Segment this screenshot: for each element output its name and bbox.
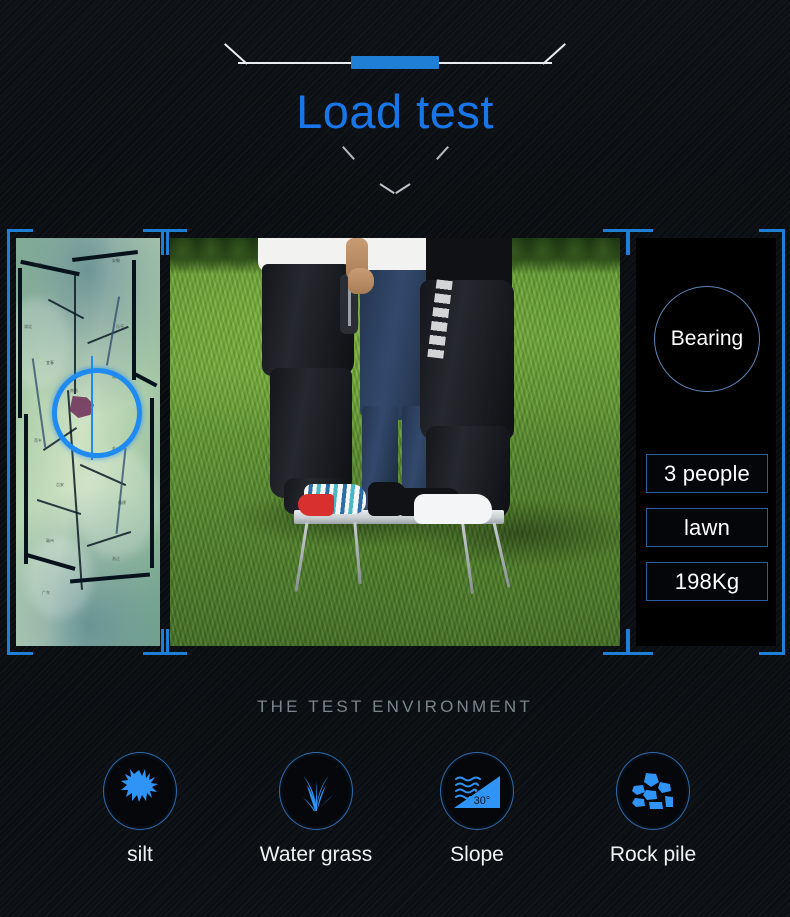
map-panel: 九江 安徽 湖北 乐平 宜春 鹰潭 南昌 萍乡 临川 吉安 福建 赣州 浙江 广… — [7, 229, 169, 655]
spec-row-weight: 198Kg — [646, 562, 768, 601]
environment-heading: THE TEST ENVIRONMENT — [257, 697, 533, 716]
header-rule-right-wing — [542, 43, 566, 65]
spec-panel: Bearing 3 people lawn 198Kg — [627, 229, 785, 655]
environment-item-water-grass[interactable]: Water grass — [236, 752, 396, 867]
map-left-edge — [7, 229, 10, 655]
map-image: 九江 安徽 湖北 乐平 宜春 鹰潭 南昌 萍乡 临川 吉安 福建 赣州 浙江 广… — [16, 238, 160, 646]
map-crosshair-icon — [91, 356, 93, 460]
environment-label: silt — [127, 843, 153, 866]
silt-icon — [103, 752, 177, 830]
spec-right-edge — [782, 229, 785, 655]
spec-row-surface: lawn — [646, 508, 768, 547]
environment-row: silt Water grass 30° Slope Rock pile — [0, 752, 790, 882]
photo-panel — [161, 229, 629, 655]
water-grass-icon — [279, 752, 353, 830]
map-target-ring-icon — [52, 368, 142, 458]
chevron-down-icon — [379, 183, 411, 199]
bearing-circle: Bearing — [654, 286, 760, 392]
photo-image — [170, 238, 620, 646]
slope-angle-text: 30° — [474, 795, 491, 807]
header-rule-accent-tab — [351, 56, 439, 69]
environment-label: Slope — [450, 843, 504, 866]
page-title: Load test — [296, 85, 494, 138]
header-rule-left-wing — [224, 43, 248, 65]
environment-item-slope[interactable]: 30° Slope — [397, 752, 557, 867]
title-left-tick-icon — [342, 146, 355, 160]
page-header: Load test — [0, 0, 790, 228]
header-rule-decoration — [224, 43, 566, 69]
environment-label: Water grass — [259, 843, 373, 866]
environment-item-silt[interactable]: silt — [60, 752, 220, 867]
content-row: 九江 安徽 湖北 乐平 宜春 鹰潭 南昌 萍乡 临川 吉安 福建 赣州 浙江 广… — [0, 229, 790, 655]
rock-pile-icon — [616, 752, 690, 830]
environment-label: Rock pile — [609, 843, 697, 866]
environment-item-rock-pile[interactable]: Rock pile — [573, 752, 733, 867]
title-right-tick-icon — [436, 146, 449, 160]
spec-row-people: 3 people — [646, 454, 768, 493]
slope-icon: 30° — [440, 752, 514, 830]
